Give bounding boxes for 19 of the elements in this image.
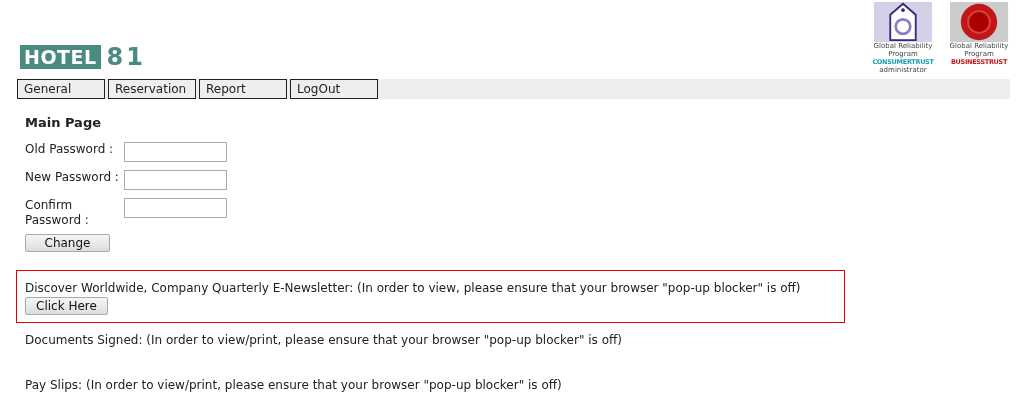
change-button[interactable]: Change xyxy=(25,234,110,252)
info-text: Pay Slips: (In order to view/print, please ensure that your browser "pop-up blocker" is off) xyxy=(25,378,563,392)
newsletter-text: Discover Worldwide, Company Quarterly E-Newsletter: (In order to view, please ensure that your browser "pop-up blocker" is off) xyxy=(25,281,802,295)
click-here-button[interactable]: Click Here xyxy=(25,297,108,315)
field-label: Confirm Password : xyxy=(25,198,90,228)
field-label: New Password : xyxy=(25,170,120,185)
logo-word: HOTEL xyxy=(20,45,101,69)
wax-seal-icon xyxy=(947,2,1011,42)
nav-tab[interactable]: Report xyxy=(199,79,287,99)
password-field[interactable] xyxy=(124,170,227,190)
password-field[interactable] xyxy=(124,198,227,218)
field-label: Old Password : xyxy=(25,142,115,157)
nav-tab[interactable]: Reservation xyxy=(108,79,196,99)
nav-tab[interactable]: General xyxy=(17,79,105,99)
info-text: Documents Signed: (In order to view/print, please ensure that your browser "pop-up blocker" is off) xyxy=(25,333,623,347)
logo-number: 81 xyxy=(106,45,146,69)
page-heading: Main Page xyxy=(25,115,103,130)
nav-tab[interactable]: LogOut xyxy=(290,79,378,99)
password-field[interactable] xyxy=(124,142,227,162)
